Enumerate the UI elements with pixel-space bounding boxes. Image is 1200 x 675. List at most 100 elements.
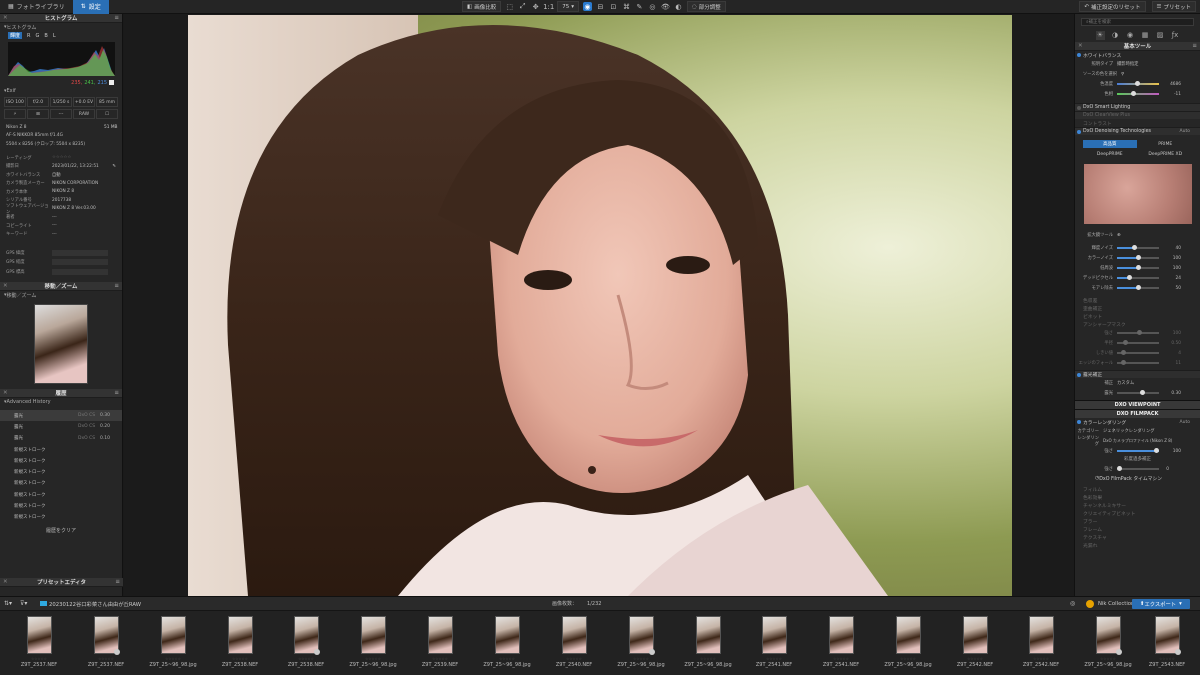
thumbnail[interactable]: ☆☆☆☆☆ Z9T_25~96_98.jpg xyxy=(675,612,741,675)
enable-icon[interactable] xyxy=(1077,105,1081,110)
slider-value[interactable]: 50 xyxy=(1159,286,1181,291)
mode-tab-deepprime-xd[interactable]: DeepPRIME XD xyxy=(1139,150,1193,158)
enable-icon[interactable] xyxy=(1077,420,1081,424)
color-rendering-section[interactable]: カラーレンダリング Auto xyxy=(1075,418,1200,426)
filmpack-header[interactable]: DXO FILMPACK xyxy=(1075,409,1200,418)
one-to-one-icon[interactable]: 1:1 xyxy=(543,2,554,11)
nr-slider[interactable]: モアレ除去 50 xyxy=(1075,283,1200,293)
usm-slider[interactable]: しきい値 4 xyxy=(1075,348,1200,358)
reset-button[interactable]: ↶ 補正設定のリセット xyxy=(1079,1,1146,12)
slider-knob[interactable] xyxy=(1121,360,1126,366)
thumbnail[interactable]: ☆☆☆☆☆ Z9T_2541.NEF xyxy=(808,612,874,675)
slider-track[interactable] xyxy=(1117,448,1159,454)
gps-field[interactable] xyxy=(52,249,108,256)
geometry-icon[interactable]: ▦ xyxy=(1141,31,1150,40)
thumbnail-stars[interactable]: ☆☆☆☆☆ xyxy=(675,657,741,661)
mode-tab-deepprime[interactable]: DeepPRIME xyxy=(1083,150,1137,158)
rating-stars[interactable]: ☆☆☆☆☆ xyxy=(52,155,71,160)
enable-icon[interactable] xyxy=(1077,53,1081,57)
usm-slider[interactable]: 強さ 100 xyxy=(1075,328,1200,338)
slider-value[interactable]: 0.30 xyxy=(1159,391,1181,396)
tab-photo-library[interactable]: ▦ フォトライブラリ xyxy=(0,0,73,14)
slider-knob[interactable] xyxy=(1132,245,1137,251)
folder-path[interactable]: 20230122谷口彩菜さん由由が丘RAW xyxy=(40,600,141,608)
thumbnail-stars[interactable]: ☆☆☆☆☆ xyxy=(541,657,607,661)
watermark-icon[interactable]: ▨ xyxy=(1156,31,1165,40)
thumbnail[interactable]: ☆☆☆☆☆ Z9T_2537.NEF xyxy=(6,612,72,675)
light-leak-section[interactable]: 光漏れ xyxy=(1075,541,1200,549)
color-effect-section[interactable]: 色彩効果 xyxy=(1075,493,1200,501)
history-item[interactable]: 新規ストローク xyxy=(0,466,122,477)
thumbnail-stars[interactable]: ☆☆☆☆☆ xyxy=(474,657,540,661)
exposure-section[interactable]: 露光補正 xyxy=(1075,370,1200,378)
zoom-select[interactable]: 75 ▾ xyxy=(557,1,579,12)
frame-section[interactable]: フレーム xyxy=(1075,525,1200,533)
slider-track[interactable] xyxy=(1117,245,1159,251)
slider-track[interactable] xyxy=(1117,350,1159,356)
main-photo[interactable] xyxy=(188,15,1012,596)
slider-knob[interactable] xyxy=(1140,390,1145,396)
history-subheader[interactable]: ▾ Advanced History xyxy=(0,398,122,406)
auto-button[interactable]: Auto xyxy=(1180,420,1190,425)
eyedropper-icon[interactable]: ⚲ xyxy=(1121,72,1124,77)
thumbnail[interactable]: ☆☆☆☆☆ Z9T_2539.NEF xyxy=(407,612,473,675)
thumbnail[interactable]: ☆☆☆☆☆ Z9T_25~96_98.jpg xyxy=(140,612,206,675)
thumbnail-stars[interactable]: ☆☆☆☆☆ xyxy=(1134,657,1200,661)
thumbnail-stars[interactable]: ☆☆☆☆☆ xyxy=(608,657,674,661)
move-zoom-header[interactable]: ✕ 移動／ズーム ≡ xyxy=(0,282,122,291)
usm-slider[interactable]: 半径 0.50 xyxy=(1075,338,1200,348)
slider-value[interactable]: 0 xyxy=(1159,467,1169,472)
compare-button[interactable]: ◧ 画像比較 xyxy=(462,1,502,12)
mode-tab-prime[interactable]: PRIME xyxy=(1139,140,1193,148)
slider-knob[interactable] xyxy=(1135,81,1140,87)
wb-type-select[interactable]: 撮影時指定 xyxy=(1117,61,1138,67)
slider-track[interactable] xyxy=(1117,466,1159,472)
clear-history-button[interactable]: 履歴をクリア xyxy=(0,527,122,534)
redeye-icon[interactable]: ◎ xyxy=(648,2,657,11)
detail-icon[interactable]: ◉ xyxy=(1126,31,1135,40)
straighten-icon[interactable]: ⊟ xyxy=(596,2,605,11)
slider-knob[interactable] xyxy=(1136,255,1141,261)
perspective-icon[interactable]: ⊡ xyxy=(609,2,618,11)
slider-value[interactable]: 4 xyxy=(1159,351,1181,356)
nik-collection-button[interactable]: Nik Collection xyxy=(1086,599,1134,608)
menu-icon[interactable]: ≡ xyxy=(114,15,119,21)
move-icon[interactable]: ✥ xyxy=(531,2,540,11)
move-zoom-subheader[interactable]: ▾ 移動／ズーム xyxy=(0,291,122,299)
strength-slider[interactable]: 強さ 100 xyxy=(1075,446,1200,456)
thumbnail[interactable]: ☆☆☆☆☆ Z9T_2541.NEF xyxy=(741,612,807,675)
thumbnail-stars[interactable]: ☆☆☆☆☆ xyxy=(808,657,874,661)
slider-knob[interactable] xyxy=(1136,265,1141,271)
slider-value[interactable]: 40 xyxy=(1159,246,1181,251)
film-section[interactable]: フィルム xyxy=(1075,485,1200,493)
clearview-section[interactable]: DxO ClearView Plus xyxy=(1075,111,1200,119)
thumbnail[interactable]: ☆☆☆☆☆ Z9T_2538.NEF xyxy=(273,612,339,675)
preset-button[interactable]: ☰ プリセット xyxy=(1151,1,1196,12)
texture-section[interactable]: テクスチャ xyxy=(1075,533,1200,541)
thumbnail-stars[interactable]: ☆☆☆☆☆ xyxy=(6,657,72,661)
vignette-section[interactable]: ビネット xyxy=(1075,312,1200,320)
slider-value[interactable]: 0.50 xyxy=(1159,341,1181,346)
exposure-slider[interactable]: 露光 0.30 xyxy=(1075,388,1200,398)
history-item[interactable]: 新規ストローク xyxy=(0,478,122,489)
edit-icon[interactable]: ✎ xyxy=(112,164,116,169)
history-item[interactable]: 新規ストローク xyxy=(0,500,122,511)
menu-icon[interactable]: ≡ xyxy=(1192,43,1197,49)
close-icon[interactable]: ✕ xyxy=(3,283,8,289)
thumbnail-stars[interactable]: ☆☆☆☆☆ xyxy=(140,657,206,661)
slider-value[interactable]: -11 xyxy=(1159,92,1181,97)
fx-icon[interactable]: ƒx xyxy=(1171,31,1180,40)
thumbnail[interactable]: ☆☆☆☆☆ Z9T_2543.NEF xyxy=(1134,612,1200,675)
close-icon[interactable]: ✕ xyxy=(3,579,8,585)
channel-tab-luminance[interactable]: 輝度 xyxy=(8,32,23,39)
nr-slider[interactable]: デッドピクセル 24 xyxy=(1075,273,1200,283)
preset-editor-header[interactable]: ✕ プリセットエディタ ≡ xyxy=(0,578,123,587)
thumbnail-stars[interactable]: ☆☆☆☆☆ xyxy=(875,657,941,661)
enable-icon[interactable] xyxy=(1077,372,1081,377)
filter-icon[interactable]: ⊽▾ xyxy=(20,600,27,607)
thumbnail-stars[interactable]: ☆☆☆☆☆ xyxy=(273,657,339,661)
fit-icon[interactable]: ⤢ xyxy=(518,2,527,11)
slider-knob[interactable] xyxy=(1137,330,1142,336)
gradient-icon[interactable]: ◐ xyxy=(674,2,683,11)
nr-slider[interactable]: 低周波 100 xyxy=(1075,263,1200,273)
